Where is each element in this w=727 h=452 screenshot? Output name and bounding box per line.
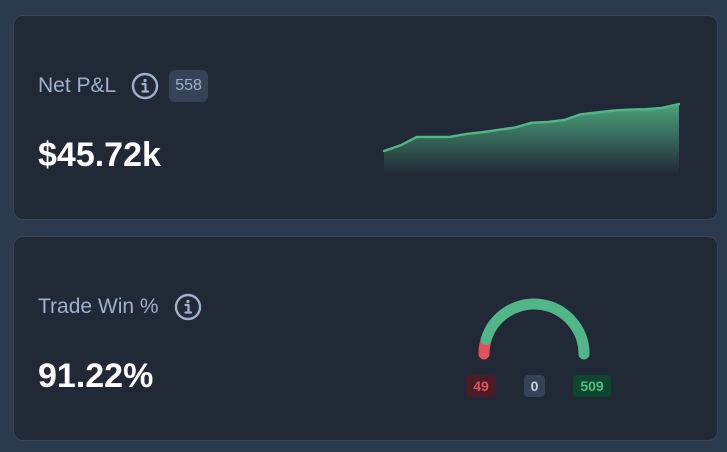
trade-count-badge: 558 bbox=[169, 70, 208, 102]
trade-win-card: Trade Win % 91.22% 49 0 509 bbox=[13, 236, 718, 441]
trade-win-value: 91.22% bbox=[38, 357, 154, 395]
net-pnl-title-row: Net P&L 558 bbox=[38, 70, 208, 102]
net-pnl-value: $45.72k bbox=[38, 136, 161, 174]
net-pnl-card: Net P&L 558 $45.72k bbox=[13, 15, 718, 220]
trade-win-title: Trade Win % bbox=[38, 295, 159, 318]
info-icon[interactable] bbox=[174, 293, 202, 321]
trade-win-title-row: Trade Win % bbox=[38, 292, 202, 322]
net-pnl-sparkline bbox=[382, 102, 681, 174]
breakeven-count-badge: 0 bbox=[524, 375, 545, 397]
net-pnl-title: Net P&L bbox=[38, 74, 117, 97]
win-rate-gauge bbox=[478, 298, 590, 360]
info-icon[interactable] bbox=[131, 72, 159, 100]
gauge-win-arc bbox=[480, 298, 590, 360]
sparkline-area bbox=[384, 104, 679, 174]
win-count-badge: 509 bbox=[573, 375, 611, 397]
loss-count-badge: 49 bbox=[466, 375, 496, 397]
